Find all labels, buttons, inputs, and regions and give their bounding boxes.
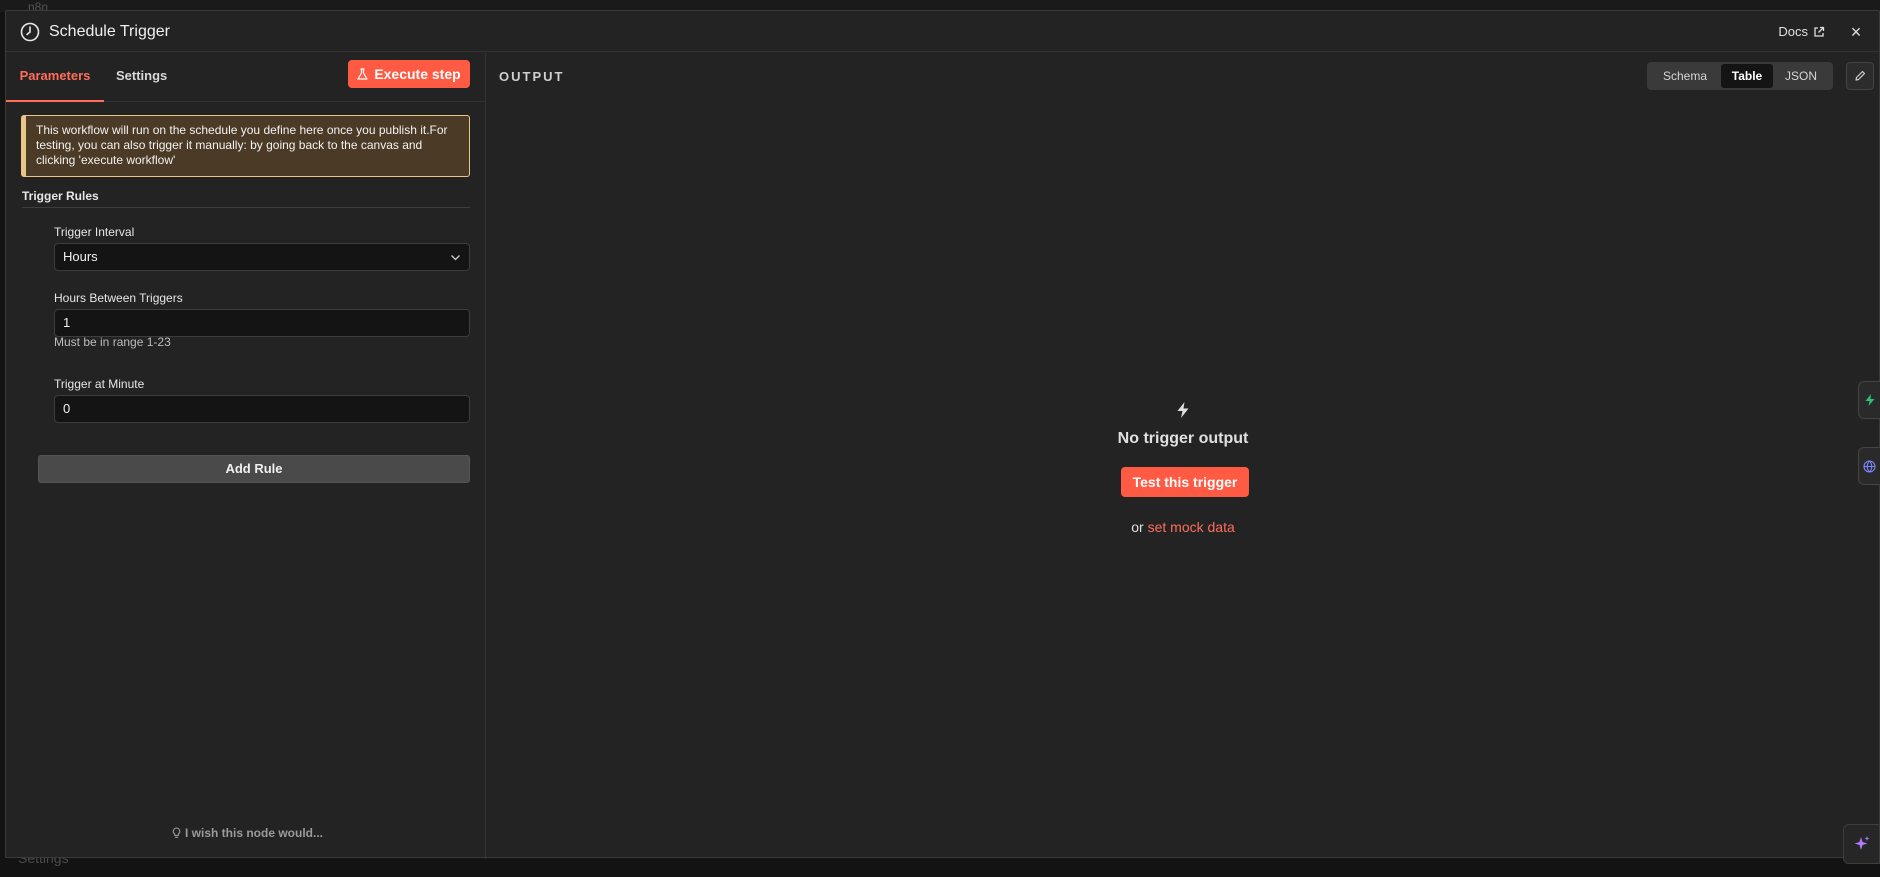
hours-between-value: 1 (63, 315, 71, 330)
execute-step-label: Execute step (374, 66, 461, 82)
trigger-interval-value: Hours (63, 249, 98, 264)
parameters-pane: Parameters Settings Execute step This wo… (6, 53, 486, 859)
docs-label: Docs (1778, 24, 1808, 39)
ai-assistant-button[interactable] (1843, 824, 1880, 864)
hours-range-hint: Must be in range 1-23 (54, 335, 171, 349)
hours-between-input[interactable]: 1 (54, 309, 470, 337)
output-pane: OUTPUT Schema Table JSON No trigger outp… (487, 53, 1879, 859)
modal-header: Schedule Trigger Docs × (6, 11, 1879, 52)
side-panel-tab-1[interactable] (1858, 381, 1880, 419)
close-button[interactable]: × (1847, 23, 1865, 41)
pencil-icon (1855, 70, 1866, 81)
test-trigger-button[interactable]: Test this trigger (1121, 467, 1249, 497)
output-view-toggle: Schema Table JSON (1647, 62, 1833, 90)
trigger-minute-value: 0 (63, 401, 71, 416)
node-title: Schedule Trigger (49, 23, 170, 40)
external-link-icon (1814, 26, 1825, 37)
view-table-option[interactable]: Table (1721, 64, 1773, 88)
mock-data-line: or set mock data (1083, 519, 1283, 535)
hours-between-label: Hours Between Triggers (54, 291, 183, 305)
trigger-minute-label: Trigger at Minute (54, 377, 145, 391)
schedule-notice: This workflow will run on the schedule y… (21, 115, 470, 177)
chevron-down-icon (451, 255, 460, 261)
edit-output-button[interactable] (1846, 62, 1874, 90)
trigger-interval-select[interactable]: Hours (54, 243, 470, 271)
view-json-option[interactable]: JSON (1773, 64, 1829, 88)
mock-prefix: or (1131, 519, 1144, 535)
side-panel-tab-2[interactable] (1858, 447, 1880, 485)
trigger-rules-heading: Trigger Rules (22, 189, 99, 203)
lightning-icon (1177, 402, 1189, 418)
trigger-minute-input[interactable]: 0 (54, 395, 470, 423)
trigger-interval-label: Trigger Interval (54, 225, 135, 239)
section-divider (22, 207, 470, 208)
no-output-title: No trigger output (1117, 430, 1249, 447)
clock-icon (20, 22, 40, 42)
feedback-label: I wish this node would... (185, 826, 323, 840)
sparkle-icon (1854, 836, 1869, 850)
node-details-modal: Schedule Trigger Docs × Parameters Setti… (5, 10, 1880, 859)
lightning-icon (1865, 394, 1874, 406)
globe-icon (1863, 459, 1876, 473)
flask-icon (357, 68, 368, 80)
tab-settings[interactable]: Settings (116, 53, 167, 102)
docs-link[interactable]: Docs (1778, 24, 1825, 39)
view-schema-option[interactable]: Schema (1649, 64, 1721, 88)
execute-step-button[interactable]: Execute step (348, 60, 470, 88)
feedback-link[interactable]: I wish this node would... (172, 826, 323, 840)
add-rule-button[interactable]: Add Rule (38, 455, 470, 483)
tab-parameters[interactable]: Parameters (6, 53, 104, 102)
set-mock-data-link[interactable]: set mock data (1148, 519, 1235, 535)
node-tabs: Parameters Settings Execute step (6, 53, 486, 102)
lightbulb-icon (172, 827, 181, 838)
output-heading: OUTPUT (499, 69, 565, 84)
